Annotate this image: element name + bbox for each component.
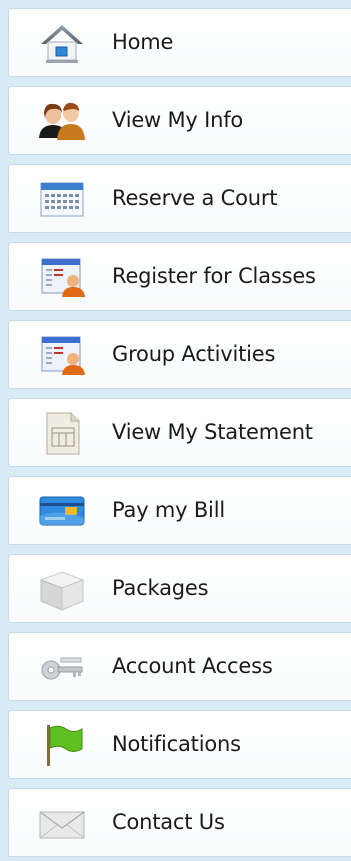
user-form-icon: [37, 332, 87, 378]
nav-item-label: Notifications: [112, 732, 241, 756]
nav-item-view-my-info[interactable]: View My Info: [8, 86, 351, 155]
nav-item-label: Register for Classes: [112, 264, 316, 288]
envelope-icon: [37, 800, 87, 846]
nav-item-label: Group Activities: [112, 342, 276, 366]
nav-item-label: View My Info: [112, 108, 244, 132]
home-icon: [37, 20, 87, 66]
nav-item-label: Account Access: [112, 654, 273, 678]
flag-icon: [37, 722, 87, 768]
credit-card-icon: [37, 488, 87, 534]
nav-item-pay-my-bill[interactable]: Pay my Bill: [8, 476, 351, 545]
user-form-icon: [37, 254, 87, 300]
side-navigation-menu: Home View My Info Reserve a Court Regist…: [0, 0, 351, 861]
nav-item-register-for-classes[interactable]: Register for Classes: [8, 242, 351, 311]
nav-item-label: Contact Us: [112, 810, 225, 834]
nav-item-notifications[interactable]: Notifications: [8, 710, 351, 779]
calendar-icon: [37, 176, 87, 222]
nav-item-view-my-statement[interactable]: View My Statement: [8, 398, 351, 467]
keys-icon: [37, 644, 87, 690]
nav-item-label: Reserve a Court: [112, 186, 278, 210]
nav-item-group-activities[interactable]: Group Activities: [8, 320, 351, 389]
nav-item-label: View My Statement: [112, 420, 313, 444]
nav-item-label: Home: [112, 30, 174, 54]
people-icon: [37, 98, 87, 144]
nav-item-account-access[interactable]: Account Access: [8, 632, 351, 701]
nav-item-home[interactable]: Home: [8, 8, 351, 77]
nav-item-contact-us[interactable]: Contact Us: [8, 788, 351, 857]
nav-item-packages[interactable]: Packages: [8, 554, 351, 623]
package-box-icon: [37, 566, 87, 612]
statement-icon: [37, 410, 87, 456]
nav-item-label: Packages: [112, 576, 209, 600]
nav-item-reserve-a-court[interactable]: Reserve a Court: [8, 164, 351, 233]
nav-item-label: Pay my Bill: [112, 498, 225, 522]
